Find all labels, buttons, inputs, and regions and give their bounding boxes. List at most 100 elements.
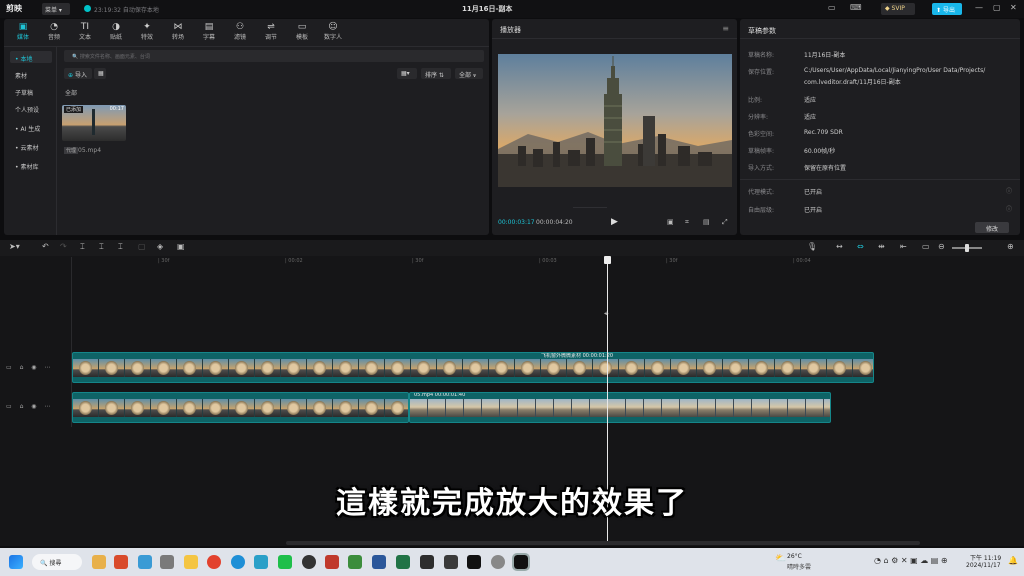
svip-badge[interactable]: ◆ SVIP — [881, 3, 915, 15]
zoom-out-icon[interactable]: ⊖ — [938, 242, 945, 251]
app-icon[interactable] — [138, 555, 152, 569]
modify-button[interactable]: 修改 — [975, 222, 1009, 233]
start-icon[interactable] — [9, 555, 23, 569]
sidebar-item[interactable]: 个人预设 — [10, 102, 52, 114]
edge-icon[interactable] — [231, 555, 245, 569]
maximize-icon[interactable]: ▢ — [993, 3, 1001, 12]
media-thumbnail[interactable]: 已添加 00:17 — [62, 105, 126, 141]
preview-axis-icon[interactable]: ⇤ — [900, 242, 907, 251]
timeline-scrollbar[interactable] — [286, 541, 920, 545]
close-icon[interactable]: ✕ — [1010, 3, 1017, 12]
fullscreen-icon[interactable]: ⤢ — [722, 218, 728, 227]
file-explorer-icon[interactable] — [184, 555, 198, 569]
track-controls-2[interactable]: ▭ ⌂ ◉ ⋯ — [6, 403, 53, 410]
filter-button[interactable]: 全部 ⩛ — [455, 68, 483, 79]
tab-audio[interactable]: ◔ 音频 — [41, 22, 67, 42]
tray-icons[interactable]: ◔ ⌂ ⚙ ✕ ▣ ☁ ▤ ⊕ — [874, 556, 948, 565]
ratio-icon[interactable]: ▤ — [703, 218, 710, 226]
view-toggle-icon[interactable]: ▦▾ — [397, 68, 417, 79]
zoom-fit-icon[interactable]: ⊕ — [1007, 242, 1014, 251]
sidebar-item[interactable]: • 云素材 — [10, 140, 52, 152]
app-icon[interactable] — [254, 555, 268, 569]
linkage-icon[interactable]: ⇹ — [878, 242, 885, 251]
settings-icon[interactable] — [491, 555, 505, 569]
word-icon[interactable] — [372, 555, 386, 569]
tab-text[interactable]: TI 文本 — [72, 22, 98, 42]
param-value: 适应 — [804, 114, 817, 121]
search-input[interactable]: 🔍 搜索文件名称、画面元素、台词 — [64, 50, 484, 62]
grid-view-icon[interactable]: ▦ — [94, 68, 106, 79]
tiktok-icon[interactable] — [467, 555, 481, 569]
delete-icon[interactable]: ▢ — [138, 242, 146, 251]
video-preview[interactable] — [498, 54, 732, 187]
tab-subtitle[interactable]: ▤ 字幕 — [196, 22, 222, 42]
ruler-tick: | 00:04 — [793, 258, 811, 264]
tab-adjust[interactable]: ⇌ 调节 — [258, 22, 284, 42]
tab-filter[interactable]: ⚇ 滤镜 — [227, 22, 253, 42]
main-clip-b[interactable]: 05.mp4 00:00:01:40 — [409, 392, 831, 423]
widget-icon[interactable] — [92, 555, 106, 569]
caption-icon[interactable]: ▭ — [922, 242, 930, 251]
jianying-icon[interactable] — [512, 553, 530, 571]
param-key: 分辨率: — [748, 114, 769, 121]
redo-icon[interactable]: ↷ — [60, 242, 67, 251]
delete-left-icon[interactable]: ⌶ — [99, 242, 104, 252]
tab-sticker[interactable]: ◑ 贴纸 — [103, 22, 129, 42]
undo-icon[interactable]: ↶ — [42, 242, 49, 251]
sidebar-item[interactable]: 子草稿 — [10, 85, 52, 97]
sidebar-item[interactable]: • AI 生成 — [10, 121, 52, 133]
ruler-tick: | 00:02 — [285, 258, 303, 264]
import-button[interactable]: ⊕ 导入 — [64, 68, 92, 79]
tab-template[interactable]: ▭ 模板 — [289, 22, 315, 42]
sidebar-item[interactable]: • 本地 — [10, 51, 52, 63]
xbox-icon[interactable] — [348, 555, 362, 569]
clip-frame — [99, 359, 125, 377]
screenshot-icon[interactable]: ▣ — [177, 242, 185, 251]
tab-transition[interactable]: ⋈ 转场 — [165, 22, 191, 42]
player-menu-icon[interactable]: ≡ — [722, 24, 729, 33]
select-tool-icon[interactable]: ➤▾ — [9, 242, 20, 251]
sidebar-item[interactable]: • 素材库 — [10, 159, 52, 171]
app-icon[interactable] — [302, 555, 316, 569]
info-icon[interactable]: ⓘ — [1006, 204, 1012, 213]
zoom-slider-handle[interactable] — [965, 244, 969, 252]
clip-frame — [177, 399, 203, 417]
info-icon[interactable]: ⓘ — [1006, 186, 1012, 195]
keyboard-icon[interactable]: ⌨ — [850, 3, 862, 12]
line-icon[interactable] — [278, 555, 292, 569]
clip-frame — [307, 399, 333, 417]
link-icon[interactable]: ↔ — [836, 242, 843, 251]
tab-media[interactable]: ▣ 媒体 — [10, 22, 36, 42]
timeline-ruler[interactable]: | 30f | 00:02 | 30f | 00:03 | 30f | 00:04 — [72, 257, 1024, 267]
track-controls-1[interactable]: ▭ ⌂ ◉ ⋯ — [6, 364, 53, 371]
sort-button[interactable]: 排序 ⇅ — [421, 68, 451, 79]
app-icon[interactable] — [160, 555, 174, 569]
tab-digital-human[interactable]: ☺ 数字人 — [320, 22, 346, 42]
menu-button[interactable]: 菜单 ▾ — [42, 3, 70, 15]
taskbar-search[interactable]: 🔍 搜尋 — [32, 554, 82, 570]
crop-icon[interactable]: ⌗ — [685, 218, 689, 227]
snap-icon[interactable]: ⇔ — [857, 242, 864, 251]
excel-icon[interactable] — [396, 555, 410, 569]
play-icon[interactable]: ▶ — [611, 217, 618, 227]
notification-icon[interactable]: 🔔 — [1008, 556, 1018, 565]
delete-right-icon[interactable]: ⌶ — [118, 242, 123, 252]
overlay-clip[interactable]: 飞机窗外微微素材 00:00:01:20 — [72, 352, 874, 383]
tab-effects[interactable]: ✦ 特效 — [134, 22, 160, 42]
export-button[interactable]: ⬆ 导出 — [932, 3, 962, 15]
original-size-icon[interactable]: ▣ — [667, 218, 674, 226]
main-clip-a[interactable] — [72, 392, 409, 423]
chrome-icon[interactable] — [207, 555, 221, 569]
capcut-icon[interactable] — [420, 555, 434, 569]
sidebar-item[interactable]: 素材 — [10, 68, 52, 80]
app-icon[interactable] — [114, 555, 128, 569]
marker-icon[interactable]: ◈ — [157, 242, 163, 251]
app-icon[interactable] — [325, 555, 339, 569]
playhead-handle[interactable] — [604, 256, 611, 264]
layout-icon[interactable]: ▭ — [828, 3, 836, 12]
microphone-icon[interactable]: 🎙 — [807, 242, 817, 251]
keyframe-icon[interactable]: ⌖ — [604, 309, 609, 319]
split-icon[interactable]: ⌶ — [80, 242, 85, 252]
app-icon[interactable] — [444, 555, 458, 569]
minimize-icon[interactable]: — — [975, 3, 983, 12]
